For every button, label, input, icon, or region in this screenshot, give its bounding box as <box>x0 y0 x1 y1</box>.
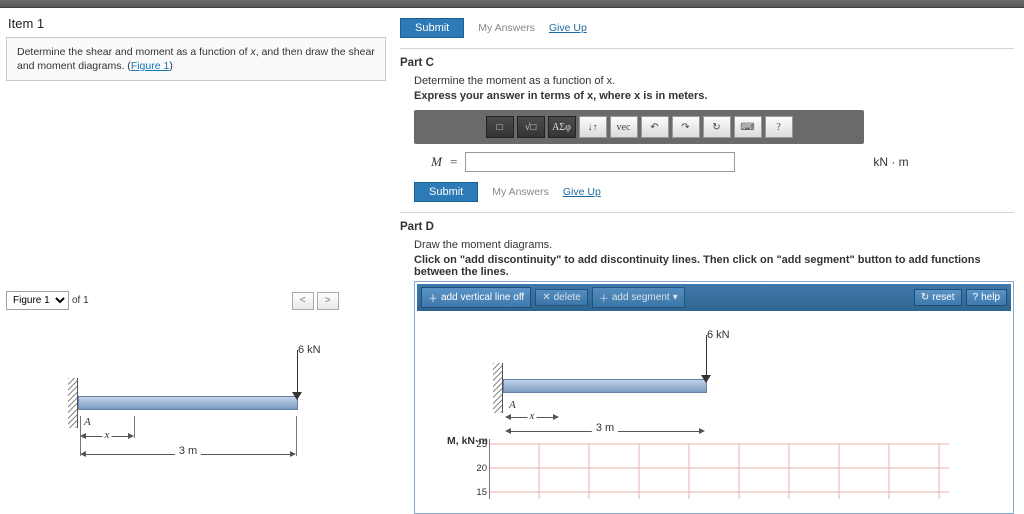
tb-greek-icon[interactable]: ΑΣφ <box>548 116 576 138</box>
desc-close: ) <box>169 60 173 72</box>
submit-button[interactable]: Submit <box>400 18 464 38</box>
app-topbar <box>0 0 1024 8</box>
part-d-prompt2: Click on "add discontinuity" to add disc… <box>414 254 1014 278</box>
dim-span: 3 m <box>80 448 296 462</box>
tb-keyboard-icon[interactable]: ⌨ <box>734 116 762 138</box>
figure-next-button[interactable]: > <box>317 292 339 310</box>
figure-link[interactable]: Figure 1 <box>131 60 170 72</box>
answer-row: M = kN · m <box>414 152 1014 172</box>
delete-button[interactable]: ✕delete <box>535 289 588 306</box>
reset-button[interactable]: ↻reset <box>914 289 962 306</box>
submit-button[interactable]: Submit <box>414 182 478 202</box>
graph-figure: A 6 kN x 3 m <box>417 317 1011 437</box>
graph-toolbar: ＋add vertical line off ✕delete ＋add segm… <box>417 284 1011 311</box>
dim-tick <box>296 416 297 456</box>
divider <box>400 48 1014 49</box>
dim-tick <box>134 416 135 438</box>
ytick: 20 <box>473 463 487 474</box>
my-answers-link[interactable]: My Answers <box>492 186 549 198</box>
ytick: 15 <box>473 487 487 498</box>
graph-panel: ＋add vertical line off ✕delete ＋add segm… <box>414 281 1014 514</box>
answer-eq: = <box>450 154 457 170</box>
give-up-link[interactable]: Give Up <box>563 186 601 198</box>
part-c-prompt2: Express your answer in terms of x, where… <box>414 90 1014 102</box>
math-toolbar: □ √□ ΑΣφ ↓↑ vec ↶ ↷ ↻ ⌨ ? <box>414 110 864 144</box>
figure-of-label: of 1 <box>69 295 92 306</box>
tb-vec-icon[interactable]: vec <box>610 116 638 138</box>
force-label: 6 kN <box>707 329 730 341</box>
plot-grid <box>489 439 969 499</box>
my-answers-link[interactable]: My Answers <box>478 22 535 34</box>
submit-row-top: Submit My Answers Give Up <box>400 18 1014 38</box>
desc-text-1: Determine the shear and moment as a func… <box>17 46 250 58</box>
add-segment-button[interactable]: ＋add segment▾ <box>592 287 685 308</box>
point-a-label: A <box>84 416 91 428</box>
answer-var: M <box>414 154 442 170</box>
force-label: 6 kN <box>298 344 321 356</box>
help-button[interactable]: ?help <box>966 289 1007 306</box>
part-d-title: Part D <box>400 221 1014 233</box>
tb-help-icon[interactable]: ? <box>765 116 793 138</box>
figure-select[interactable]: Figure 1 <box>7 292 68 309</box>
beam-shape <box>78 396 298 410</box>
figure-canvas: A 6 kN x 3 m <box>6 322 376 482</box>
fixed-support-icon <box>493 363 503 413</box>
tb-undo-icon[interactable]: ↶ <box>641 116 669 138</box>
submit-row-c: Submit My Answers Give Up <box>414 182 1014 202</box>
tb-reset-icon[interactable]: ↻ <box>703 116 731 138</box>
tb-sort-icon[interactable]: ↓↑ <box>579 116 607 138</box>
part-d-prompt1: Draw the moment diagrams. <box>414 239 1014 251</box>
tb-sqrt-icon[interactable]: √□ <box>517 116 545 138</box>
tb-redo-icon[interactable]: ↷ <box>672 116 700 138</box>
part-c-title: Part C <box>400 57 1014 69</box>
beam-shape <box>503 379 707 393</box>
ytick: 25 <box>473 439 487 450</box>
answer-unit: kN · m <box>873 155 908 169</box>
moment-input[interactable] <box>465 152 735 172</box>
moment-plot[interactable]: M, kN·m 25 20 15 <box>437 439 997 511</box>
problem-description: Determine the shear and moment as a func… <box>6 37 386 81</box>
point-a-label: A <box>509 399 516 411</box>
force-arrow-icon <box>292 350 302 400</box>
figure-prev-button[interactable]: < <box>292 292 314 310</box>
figure-controls: Figure 1 of 1 < > <box>6 291 386 310</box>
tb-template-icon[interactable]: □ <box>486 116 514 138</box>
part-c-prompt1: Determine the moment as a function of x. <box>414 75 1014 87</box>
dim-x: x <box>505 411 559 425</box>
divider <box>400 212 1014 213</box>
give-up-link[interactable]: Give Up <box>549 22 587 34</box>
fixed-support-icon <box>68 378 78 428</box>
force-arrow-icon <box>701 335 711 383</box>
item-title: Item 1 <box>8 16 386 31</box>
dim-x: x <box>80 430 134 444</box>
dim-span: 3 m <box>505 425 705 439</box>
add-vertical-line-button[interactable]: ＋add vertical line off <box>421 287 531 308</box>
